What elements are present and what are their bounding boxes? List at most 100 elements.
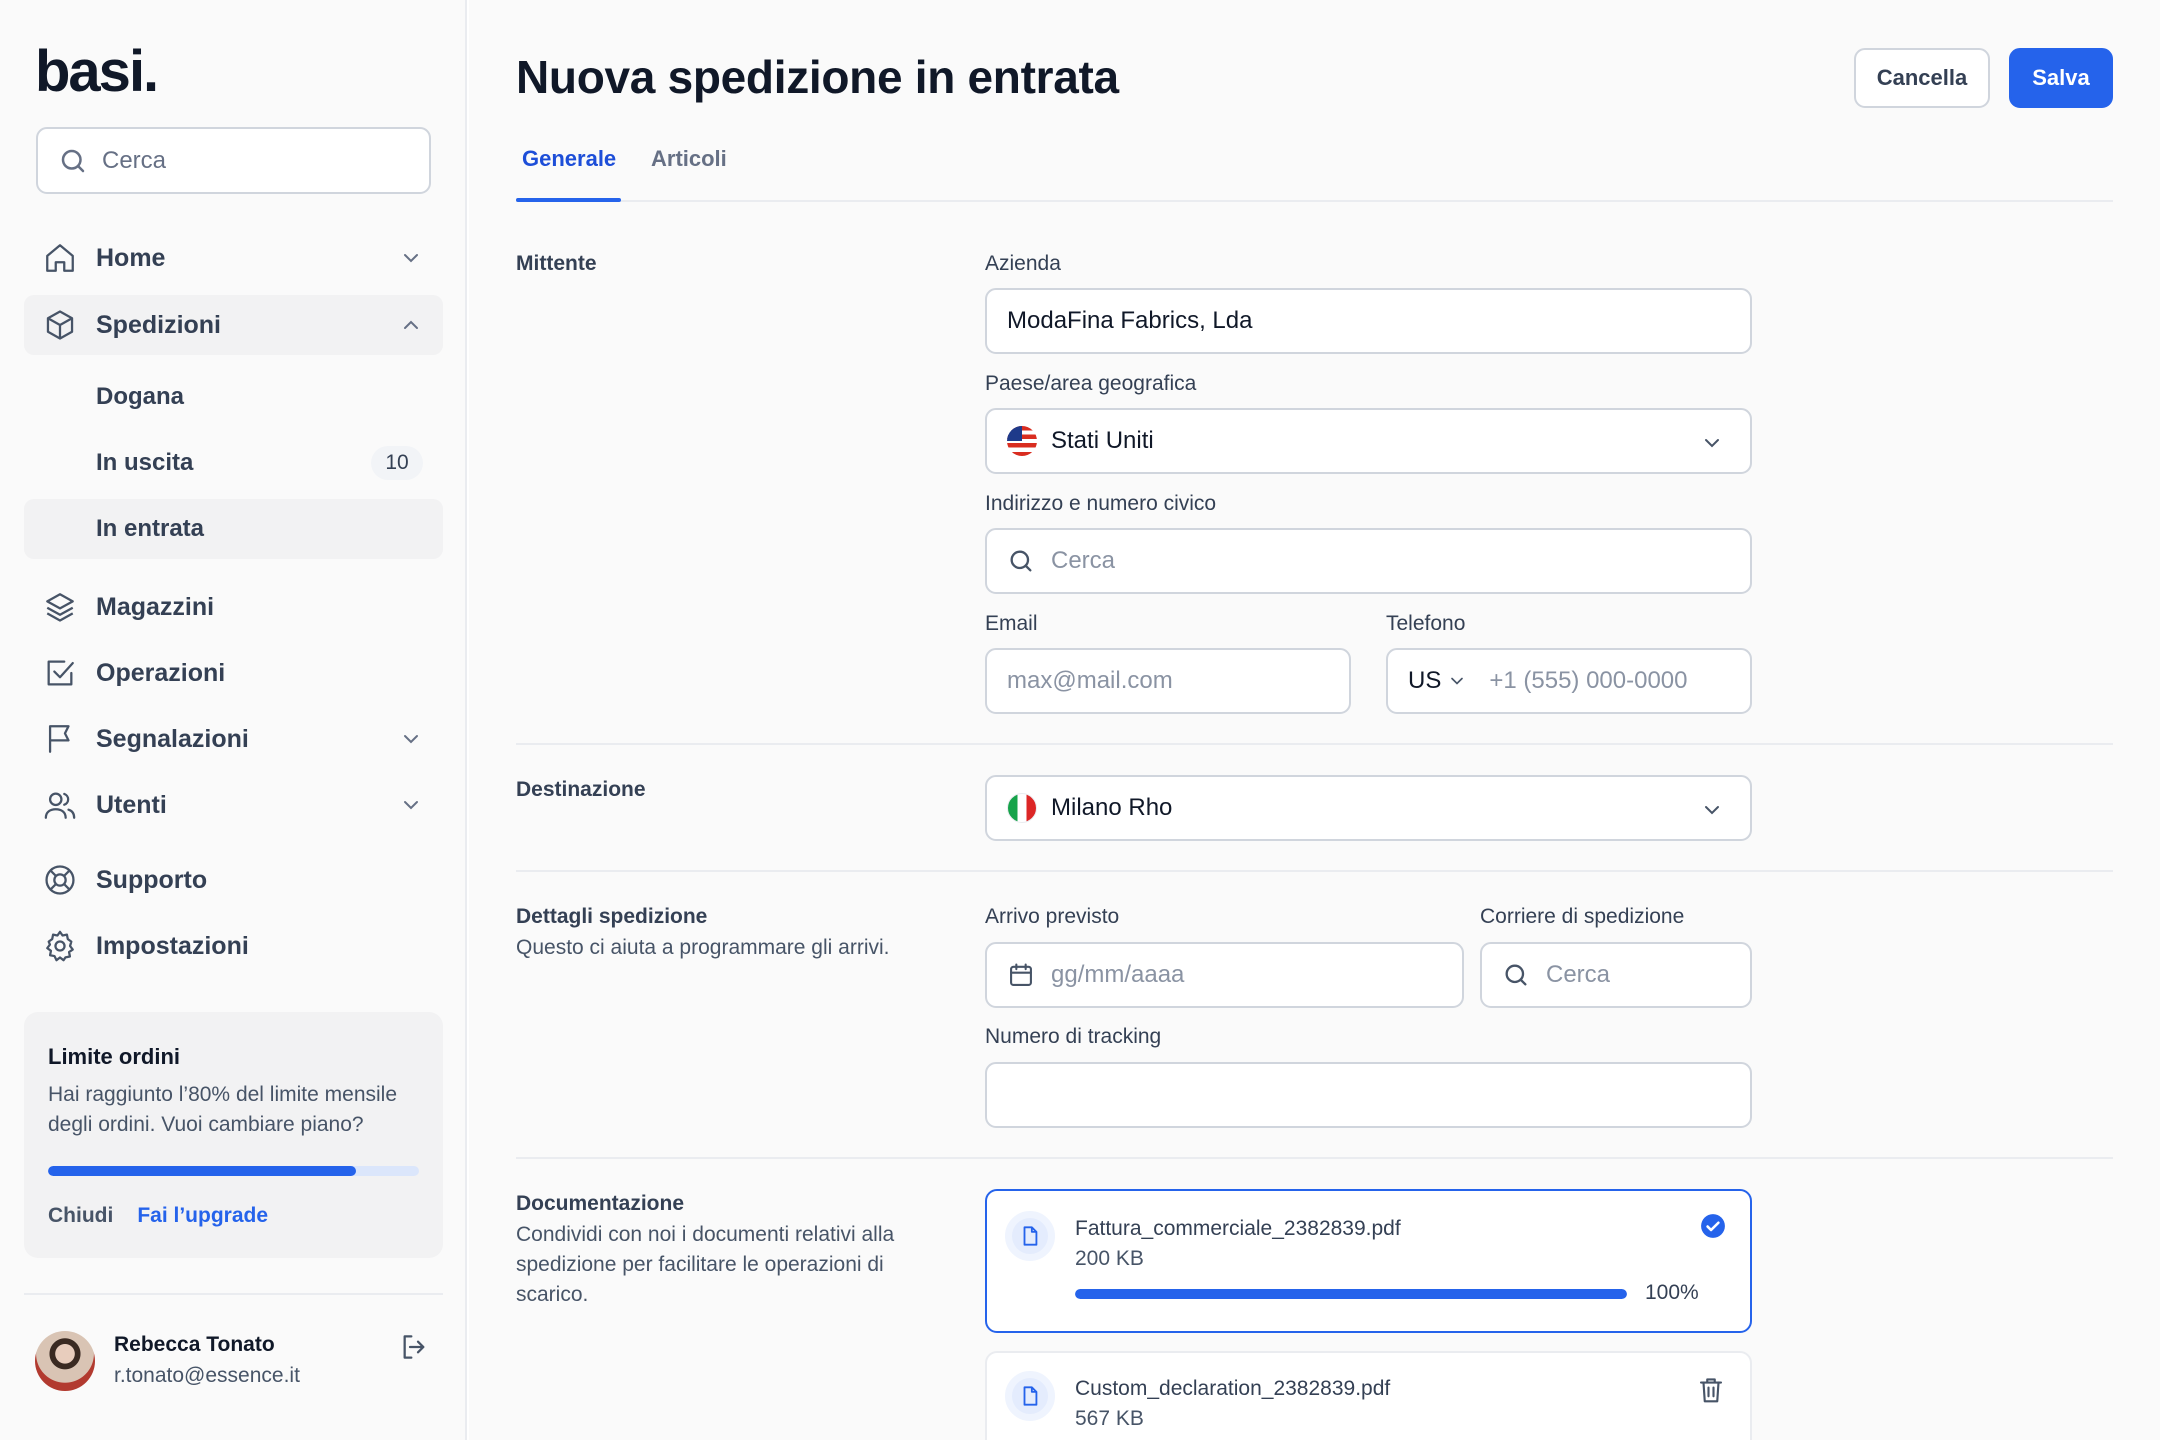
sidebar-item-supporto[interactable]: Supporto bbox=[24, 850, 443, 910]
sidebar-search-input[interactable] bbox=[102, 146, 402, 175]
address-input[interactable] bbox=[1051, 547, 1750, 575]
arrival-label: Arrivo previsto bbox=[985, 905, 1120, 928]
sidebar-search[interactable] bbox=[36, 127, 431, 194]
logout-icon[interactable] bbox=[398, 1331, 430, 1363]
company-field[interactable]: ModaFina Fabrics, Lda bbox=[985, 288, 1752, 354]
sidebar-item-home[interactable]: Home bbox=[24, 228, 443, 288]
tab-bar: Generale Articoli bbox=[516, 128, 2113, 202]
file-size: 200 KB bbox=[1075, 1247, 1144, 1270]
check-circle-icon bbox=[1701, 1214, 1725, 1238]
tab-articoli[interactable]: Articoli bbox=[651, 146, 727, 172]
limit-card-title: Limite ordini bbox=[48, 1044, 180, 1069]
trash-icon[interactable] bbox=[1696, 1375, 1726, 1405]
company-value: ModaFina Fabrics, Lda bbox=[1007, 307, 1253, 334]
country-label: Paese/area geografica bbox=[985, 372, 1197, 395]
sidebar-subitem-in-entrata[interactable]: In entrata bbox=[24, 499, 443, 559]
app-logo[interactable]: basi. bbox=[35, 38, 159, 105]
box-icon bbox=[43, 308, 77, 342]
country-select[interactable]: Stati Uniti bbox=[985, 408, 1752, 474]
section-divider bbox=[516, 743, 2113, 745]
company-label: Azienda bbox=[985, 252, 1061, 275]
sidebar-subitem-label: In entrata bbox=[96, 515, 205, 542]
destination-select[interactable]: Milano Rho bbox=[985, 775, 1752, 841]
carrier-search-field[interactable] bbox=[1480, 942, 1752, 1008]
file-card[interactable]: Fattura_commerciale_2382839.pdf 200 KB 1… bbox=[985, 1189, 1752, 1333]
phone-label: Telefono bbox=[1386, 612, 1466, 635]
sidebar-divider bbox=[24, 1293, 443, 1295]
chevron-down-icon bbox=[1451, 677, 1464, 685]
sidebar-item-label: Utenti bbox=[96, 790, 167, 819]
limit-progress-fill bbox=[48, 1166, 356, 1176]
tracking-label: Numero di tracking bbox=[985, 1025, 1162, 1048]
sidebar-item-spedizioni[interactable]: Spedizioni bbox=[24, 295, 443, 355]
section-title-destinazione: Destinazione bbox=[516, 778, 646, 801]
main-content: Nuova spedizione in entrata Cancella Sal… bbox=[469, 0, 2160, 1440]
users-icon bbox=[43, 788, 77, 822]
arrival-date-field[interactable] bbox=[985, 942, 1464, 1008]
tracking-field[interactable] bbox=[985, 1062, 1752, 1128]
phone-field[interactable]: US bbox=[1386, 648, 1752, 714]
save-button[interactable]: Salva bbox=[2009, 48, 2113, 108]
file-size: 567 KB bbox=[1075, 1407, 1144, 1430]
sidebar-item-label: Spedizioni bbox=[96, 310, 221, 339]
limit-progress-bar bbox=[48, 1166, 419, 1176]
chevron-up-icon[interactable] bbox=[399, 313, 423, 337]
sidebar-subitem-dogana[interactable]: Dogana bbox=[24, 367, 443, 427]
destination-value: Milano Rho bbox=[1051, 794, 1173, 821]
lifebuoy-icon bbox=[43, 863, 77, 897]
sidebar-item-label: Operazioni bbox=[96, 658, 226, 687]
dismiss-limit-button[interactable]: Chiudi bbox=[48, 1204, 113, 1228]
sidebar-item-label: Segnalazioni bbox=[96, 724, 249, 753]
section-description-dettagli: Questo ci aiuta a programmare gli arrivi… bbox=[516, 936, 890, 959]
sidebar-item-operazioni[interactable]: Operazioni bbox=[24, 643, 443, 703]
file-icon bbox=[1005, 1211, 1055, 1261]
chevron-down-icon bbox=[1705, 806, 1719, 815]
tracking-input[interactable] bbox=[1007, 1081, 1750, 1109]
tab-generale[interactable]: Generale bbox=[522, 146, 616, 172]
avatar[interactable] bbox=[35, 1331, 95, 1391]
search-icon bbox=[61, 149, 85, 172]
file-name: Fattura_commerciale_2382839.pdf bbox=[1075, 1217, 1401, 1240]
chevron-down-icon[interactable] bbox=[399, 246, 423, 270]
chevron-down-icon[interactable] bbox=[399, 793, 423, 817]
phone-country-select[interactable]: US bbox=[1408, 667, 1467, 695]
file-upload-progress-fill bbox=[1075, 1289, 1627, 1299]
flag-icon bbox=[43, 722, 77, 756]
calendar-icon bbox=[1010, 963, 1032, 986]
sidebar-item-segnalazioni[interactable]: Segnalazioni bbox=[24, 709, 443, 769]
sidebar-subitem-in-uscita[interactable]: In uscita 10 bbox=[24, 433, 443, 493]
sidebar-item-impostazioni[interactable]: Impostazioni bbox=[24, 916, 443, 976]
section-title-mittente: Mittente bbox=[516, 252, 597, 275]
file-upload-progress bbox=[1075, 1289, 1627, 1299]
email-field[interactable] bbox=[985, 648, 1351, 714]
sidebar-item-label: Home bbox=[96, 243, 166, 272]
section-title-documentazione: Documentazione bbox=[516, 1192, 685, 1215]
upgrade-link[interactable]: Fai l’upgrade bbox=[137, 1204, 268, 1228]
sidebar-item-label: Impostazioni bbox=[96, 931, 249, 960]
phone-input[interactable] bbox=[1489, 667, 1750, 695]
active-tab-indicator bbox=[516, 198, 621, 202]
address-label: Indirizzo e numero civico bbox=[985, 492, 1217, 515]
carrier-input[interactable] bbox=[1546, 961, 1750, 989]
email-label: Email bbox=[985, 612, 1038, 635]
arrival-date-input[interactable] bbox=[1051, 961, 1462, 989]
limit-card-description: Hai raggiunto l’80% del limite mensile d… bbox=[48, 1083, 398, 1136]
sidebar: basi. Home Spedizioni Dogana In uscita 1… bbox=[0, 0, 467, 1440]
layers-icon bbox=[43, 590, 77, 624]
chevron-down-icon[interactable] bbox=[399, 727, 423, 751]
sidebar-subitem-label: Dogana bbox=[96, 383, 185, 410]
home-icon bbox=[43, 241, 77, 275]
file-name: Custom_declaration_2382839.pdf bbox=[1075, 1377, 1391, 1400]
email-input[interactable] bbox=[1007, 667, 1349, 695]
section-title-dettagli: Dettagli spedizione bbox=[516, 905, 708, 928]
section-divider bbox=[516, 1157, 2113, 1159]
address-search-field[interactable] bbox=[985, 528, 1752, 594]
page-title: Nuova spedizione in entrata bbox=[516, 51, 1119, 103]
sidebar-item-magazzini[interactable]: Magazzini bbox=[24, 577, 443, 637]
sidebar-item-utenti[interactable]: Utenti bbox=[24, 775, 443, 835]
country-value: Stati Uniti bbox=[1051, 427, 1154, 454]
search-icon bbox=[1505, 964, 1527, 986]
cancel-button[interactable]: Cancella bbox=[1854, 48, 1990, 108]
file-card[interactable]: Custom_declaration_2382839.pdf 567 KB bbox=[985, 1351, 1752, 1440]
sidebar-subitem-label: In uscita bbox=[96, 449, 194, 476]
